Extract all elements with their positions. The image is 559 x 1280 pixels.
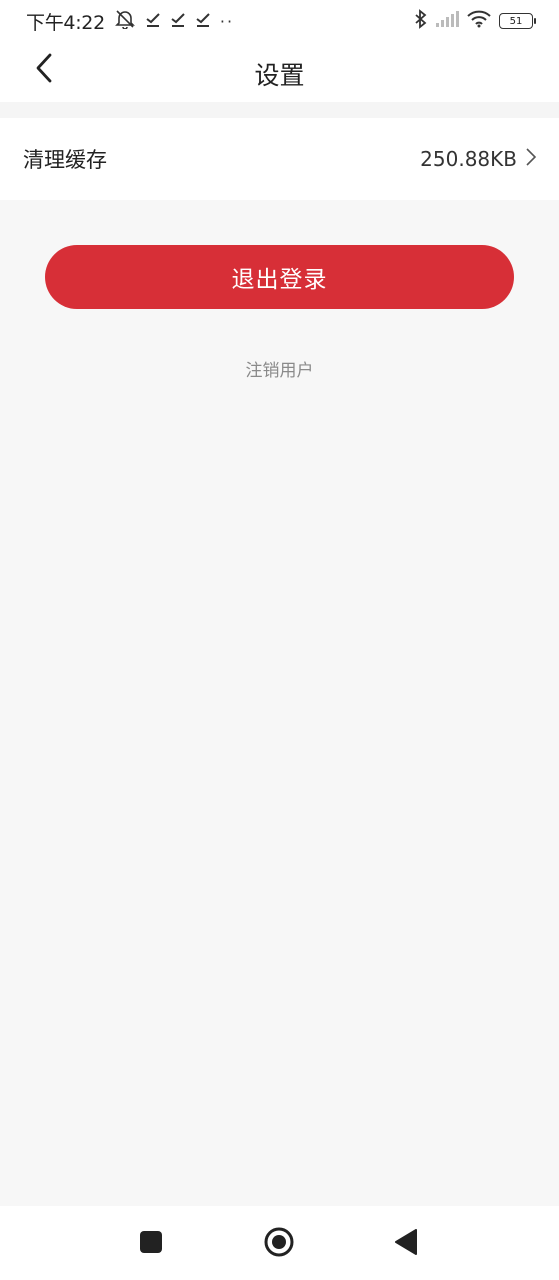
status-right: 51 [415,8,536,34]
wifi-icon [467,10,491,33]
bell-muted-icon [114,9,136,34]
header: 设置 [0,42,559,102]
status-dots: ·· [219,11,235,31]
status-time: 下午4:22 [26,11,105,34]
system-back-button[interactable] [386,1224,426,1264]
battery-icon: 51 [499,13,536,29]
home-button[interactable] [259,1224,299,1264]
bluetooth-icon [415,8,427,34]
logout-button[interactable]: 退出登录 [45,245,514,309]
status-bar: 下午4:22 ·· 51 [0,0,559,42]
cache-size-value: 250.88KB [420,147,517,171]
recent-apps-button[interactable] [131,1224,171,1264]
clear-cache-row[interactable]: 清理缓存 250.88KB [0,118,559,200]
check-icon [145,10,161,32]
home-icon [263,1226,295,1262]
chevron-right-icon [525,147,537,171]
status-left: 下午4:22 ·· [26,8,234,35]
check-icon [195,10,211,32]
back-triangle-icon [394,1229,418,1259]
signal-icon [435,10,459,32]
system-navigation-bar [0,1206,559,1280]
page-title: 设置 [254,61,305,90]
section-divider [0,102,559,118]
clear-cache-label: 清理缓存 [23,148,107,172]
clear-cache-value-group: 250.88KB [420,147,537,171]
recent-apps-icon [139,1230,163,1258]
check-icon [170,10,186,32]
deregister-user-link[interactable]: 注销用户 [0,356,559,381]
